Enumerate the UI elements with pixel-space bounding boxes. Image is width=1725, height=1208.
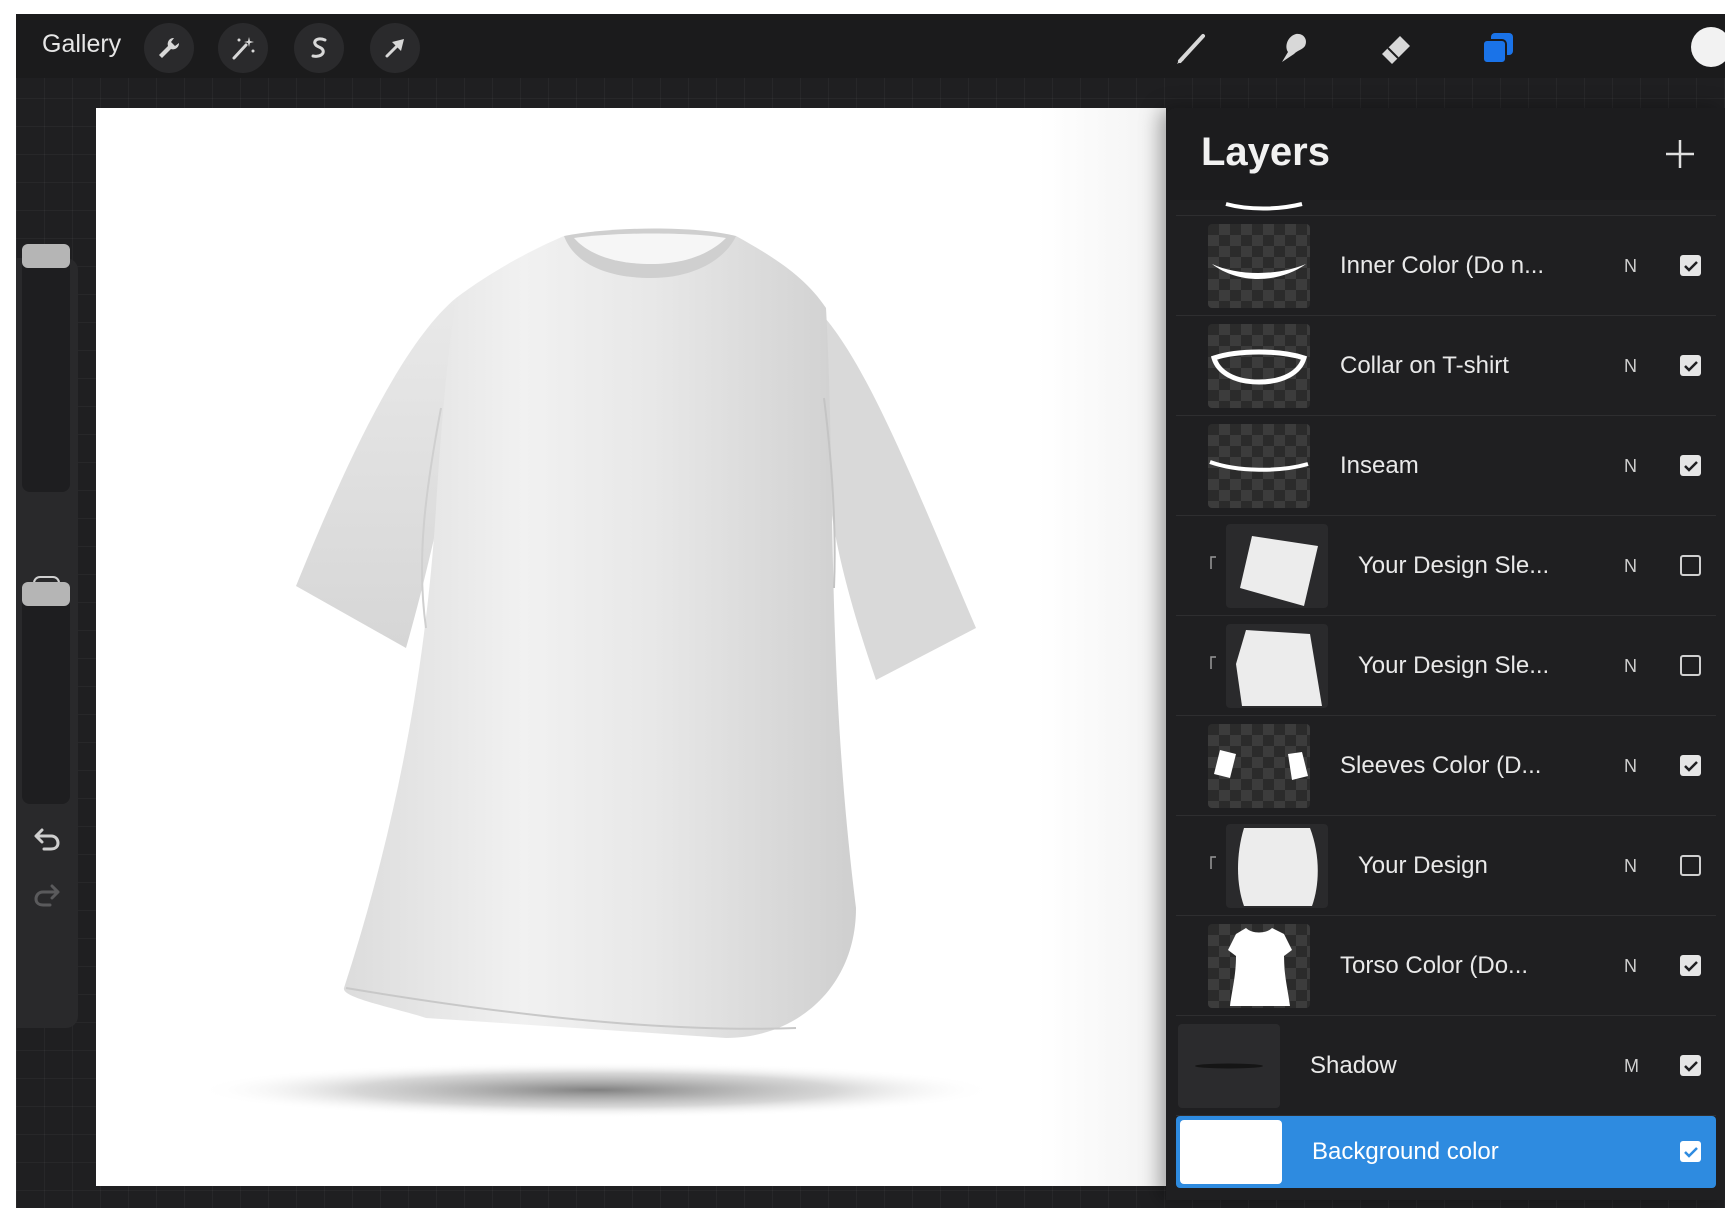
layer-name: Background color [1312, 1138, 1499, 1165]
smudge-icon [1282, 33, 1306, 62]
blend-mode[interactable]: N [1624, 656, 1637, 677]
selection-button[interactable] [294, 23, 344, 73]
blend-mode[interactable]: N [1624, 756, 1637, 777]
wrench-icon [159, 37, 180, 58]
transform-button[interactable] [370, 23, 420, 73]
layer-row[interactable]: Torso Color (Do... N [1176, 916, 1716, 1016]
blend-mode[interactable]: N [1624, 956, 1637, 977]
gallery-button[interactable]: Gallery [42, 30, 121, 59]
drawing-canvas[interactable] [96, 108, 1166, 1186]
layers-icon [1482, 33, 1513, 64]
opacity-slider-thumb[interactable] [22, 582, 70, 606]
checkmark-icon [1683, 960, 1698, 972]
clipping-mask-icon [1210, 856, 1216, 869]
layer-name: Your Design Sle... [1358, 652, 1550, 679]
add-layer-plus-icon[interactable] [1662, 136, 1698, 172]
layer-name: Inner Color (Do n... [1340, 252, 1545, 279]
brush-icon [1177, 34, 1205, 64]
blend-mode[interactable]: N [1624, 856, 1637, 877]
visibility-checkbox[interactable] [1680, 1055, 1701, 1076]
checkmark-icon [1683, 360, 1698, 372]
visibility-checkbox[interactable] [1680, 955, 1701, 976]
visibility-checkbox[interactable] [1680, 755, 1701, 776]
layer-thumbnail [1178, 1024, 1280, 1108]
visibility-checkbox[interactable] [1680, 455, 1701, 476]
eraser-button[interactable] [1371, 23, 1421, 73]
visibility-checkbox[interactable] [1680, 355, 1701, 376]
tshirt-artwork [196, 228, 996, 1118]
app-window: Gallery Layers Inner Color (Do n... N Co… [16, 14, 1725, 1208]
visibility-checkbox[interactable] [1680, 1141, 1701, 1162]
checkmark-icon [1683, 1060, 1698, 1072]
blend-mode[interactable]: N [1624, 556, 1637, 577]
magic-wand-icon [232, 37, 255, 60]
left-sidebar [16, 244, 78, 1028]
undo-button[interactable] [28, 820, 66, 858]
layer-name: Collar on T-shirt [1340, 352, 1509, 379]
layer-thumbnail [1208, 724, 1310, 808]
undo-icon [34, 828, 60, 851]
layer-row[interactable]: Your Design Sle... N [1176, 516, 1716, 616]
visibility-checkbox[interactable] [1680, 255, 1701, 276]
selection-s-icon [311, 37, 327, 58]
layer-thumbnail [1180, 1120, 1282, 1184]
arrow-cursor-icon [385, 39, 404, 58]
layer-row-partial[interactable] [1176, 200, 1716, 216]
layer-name: Inseam [1340, 452, 1419, 479]
checkmark-icon [1683, 460, 1698, 472]
layers-header: Layers [1166, 108, 1725, 200]
layer-thumbnail [1226, 824, 1328, 908]
clipping-mask-icon [1210, 656, 1216, 669]
checkmark-icon [1683, 1146, 1698, 1158]
blend-mode[interactable]: N [1624, 356, 1637, 377]
blend-mode[interactable]: M [1624, 1056, 1639, 1077]
redo-button[interactable] [28, 876, 66, 914]
visibility-checkbox[interactable] [1680, 855, 1701, 876]
layer-name: Your Design Sle... [1358, 552, 1550, 579]
layers-title: Layers [1201, 130, 1330, 174]
layer-row[interactable]: Your Design Sle... N [1176, 616, 1716, 716]
top-toolbar: Gallery [16, 14, 1725, 78]
layer-thumbnail [1208, 424, 1310, 508]
layers-panel: Layers Inner Color (Do n... N Collar on … [1166, 108, 1725, 1200]
layer-row[interactable]: Your Design N [1176, 816, 1716, 916]
partial-thumb [1225, 202, 1303, 211]
layer-row[interactable]: Collar on T-shirt N [1176, 316, 1716, 416]
layer-thumbnail [1208, 324, 1310, 408]
layer-thumbnail [1208, 924, 1310, 1008]
checkmark-icon [1683, 760, 1698, 772]
layer-name: Sleeves Color (D... [1340, 752, 1542, 779]
layer-name: Torso Color (Do... [1340, 952, 1529, 979]
redo-icon [34, 884, 60, 907]
layer-thumbnail [1226, 624, 1328, 708]
visibility-checkbox[interactable] [1680, 655, 1701, 676]
smudge-button[interactable] [1269, 23, 1319, 73]
brush-button[interactable] [1167, 23, 1217, 73]
layer-row[interactable]: Shadow M [1176, 1016, 1716, 1116]
opacity-slider[interactable] [22, 582, 70, 804]
actions-button[interactable] [144, 23, 194, 73]
layer-row[interactable]: Sleeves Color (D... N [1176, 716, 1716, 816]
layer-name: Shadow [1310, 1052, 1397, 1079]
brush-size-slider-thumb[interactable] [22, 244, 70, 268]
blend-mode[interactable]: N [1624, 456, 1637, 477]
brush-size-slider[interactable] [22, 244, 70, 492]
color-swatch[interactable] [1691, 27, 1725, 67]
layer-row[interactable]: Inner Color (Do n... N [1176, 216, 1716, 316]
layer-thumbnail [1208, 224, 1310, 308]
adjustments-button[interactable] [218, 23, 268, 73]
eraser-icon [1382, 36, 1410, 64]
layer-row[interactable]: Inseam N [1176, 416, 1716, 516]
clipping-mask-icon [1210, 556, 1216, 569]
layer-name: Your Design [1358, 852, 1488, 879]
visibility-checkbox[interactable] [1680, 555, 1701, 576]
layer-thumbnail [1226, 524, 1328, 608]
checkmark-icon [1683, 260, 1698, 272]
layers-button[interactable] [1473, 23, 1523, 73]
layer-row-background[interactable]: Background color [1176, 1116, 1716, 1188]
blend-mode[interactable]: N [1624, 256, 1637, 277]
